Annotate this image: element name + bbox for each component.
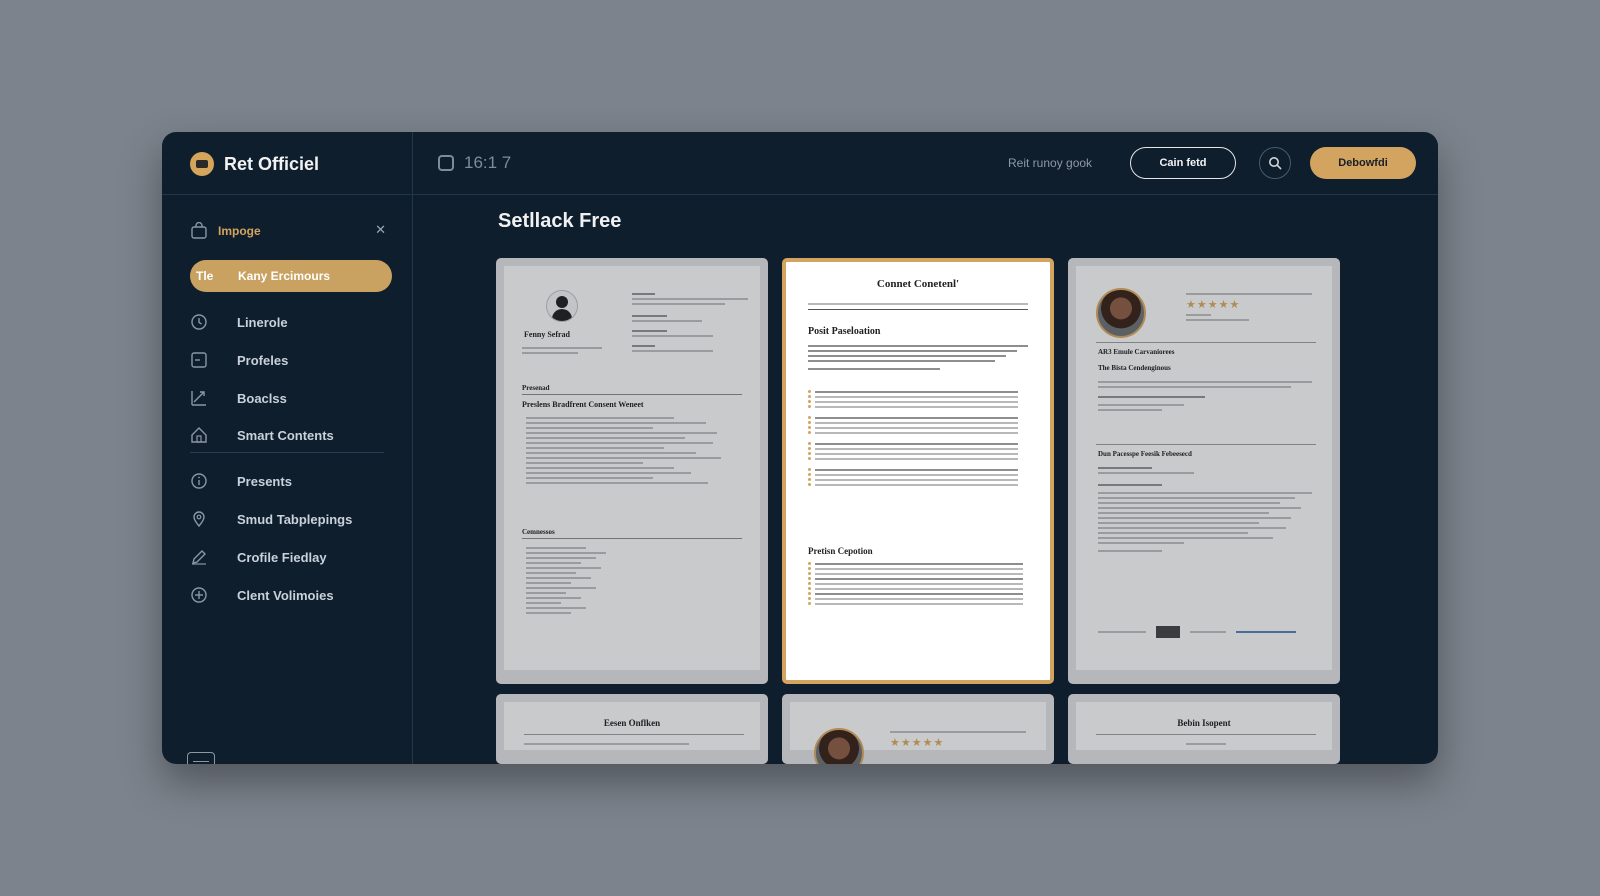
download-button[interactable]: Debowfdi [1310, 147, 1416, 179]
sidebar-item-label: Smud Tabplepings [237, 511, 353, 527]
sidebar-item-smud-tabplepings[interactable]: Smud Tabplepings [190, 507, 352, 531]
pin-icon [193, 511, 205, 528]
sidebar: Impoge ✕ Tle Kany Ercimours Linerole Pro… [162, 194, 412, 764]
template-preview: Eesen Onflken [504, 702, 760, 750]
list-view-icon[interactable] [187, 752, 215, 764]
template-card[interactable]: Eesen Onflken [496, 694, 768, 764]
resume-name: Fenny Sefrad [524, 330, 570, 339]
active-item-abbr: Tle [196, 269, 214, 283]
resume-title: Connet Conetenl' [876, 278, 960, 290]
avatar [814, 728, 864, 764]
sidebar-item-label: Clent Volimoies [237, 587, 334, 603]
sidebar-header-label: Impoge [218, 224, 261, 238]
search-button[interactable] [1259, 147, 1291, 179]
minus-box-icon [191, 352, 207, 368]
rating-stars: ★★★★★ [890, 737, 945, 749]
section-heading: Presenad [522, 384, 550, 392]
section-heading: Posit Paseloation [808, 326, 881, 337]
brand-logo-icon [190, 152, 214, 176]
template-card[interactable]: ★★★★★ AR3 Emule Carvaniorees The Bista C… [1068, 258, 1340, 684]
sidebar-item-label: Profeles [237, 352, 289, 368]
brand[interactable]: Ret Officiel [190, 152, 319, 176]
pencil-icon [192, 550, 206, 565]
sidebar-item-profeles[interactable]: Profeles [190, 348, 288, 372]
rating-stars: ★★★★★ [1186, 299, 1241, 311]
app-window: Ret Officiel 16:1 7 Reit runoy gook Cain… [162, 132, 1438, 764]
sidebar-item-label: Boaclss [237, 390, 287, 406]
page-title: Setllack Free [498, 210, 622, 232]
template-card[interactable]: Bebin Isopent [1068, 694, 1340, 764]
avatar [546, 290, 578, 322]
brand-name: Ret Officiel [224, 153, 320, 174]
clock-icon [191, 314, 207, 330]
template-preview: Connet Conetenl' Posit Paseloation Preti… [788, 264, 1048, 676]
sidebar-item-label: Crofile Fiedlay [237, 549, 327, 565]
section-heading: Cemnessos [522, 528, 555, 536]
sidebar-item-linerole[interactable]: Linerole [190, 310, 288, 334]
avatar [1096, 288, 1146, 338]
top-bar: Ret Officiel 16:1 7 Reit runoy gook Cain… [162, 132, 1438, 195]
sidebar-item-label: Smart Contents [237, 427, 334, 443]
sidebar-item-active[interactable]: Tle Kany Ercimours [190, 260, 392, 292]
section-heading: Preslens Bradfrent Consent Weneet [522, 400, 644, 409]
top-link[interactable]: Reit runoy gook [1008, 156, 1092, 170]
home-icon [191, 427, 207, 443]
chart-icon [191, 391, 206, 406]
section-heading: AR3 Emule Carvaniorees [1098, 348, 1175, 356]
outline-button[interactable]: Cain fetd [1130, 147, 1236, 179]
template-preview: Fenny Sefrad Presenad Preslens Bradfrent… [504, 266, 760, 670]
document-icon [438, 155, 454, 171]
resume-title: Eesen Onflken [603, 718, 661, 728]
section-heading: Pretisn Cepotion [808, 546, 873, 556]
sidebar-item-label: Presents [237, 473, 292, 489]
template-card[interactable]: Fenny Sefrad Presenad Preslens Bradfrent… [496, 258, 768, 684]
template-card[interactable]: ★★★★★ [782, 694, 1054, 764]
sidebar-header: Impoge ✕ [190, 220, 386, 242]
search-icon [1269, 157, 1282, 170]
section-heading: Dun Pacesspe Feesik Febeesecd [1098, 450, 1192, 458]
sidebar-item-boaclss[interactable]: Boaclss [190, 386, 287, 410]
breadcrumb-text: 16:1 7 [464, 153, 512, 172]
template-preview: ★★★★★ AR3 Emule Carvaniorees The Bista C… [1076, 266, 1332, 670]
template-card-selected[interactable]: Connet Conetenl' Posit Paseloation Preti… [782, 258, 1054, 684]
sidebar-item-clent-volimoies[interactable]: Clent Volimoies [190, 583, 334, 607]
section-heading: The Bista Cendenginous [1098, 364, 1171, 372]
info-icon [191, 473, 207, 489]
bag-icon [191, 222, 207, 239]
sidebar-divider [412, 132, 413, 764]
sidebar-item-smart-contents[interactable]: Smart Contents [190, 423, 334, 447]
breadcrumb[interactable]: 16:1 7 [438, 153, 511, 173]
template-preview: ★★★★★ [790, 702, 1046, 764]
close-icon[interactable]: ✕ [375, 222, 386, 238]
sidebar-separator [190, 452, 384, 453]
plus-circle-icon [191, 587, 207, 603]
active-item-label: Kany Ercimours [238, 269, 331, 283]
resume-title: Bebin Isopent [1177, 718, 1231, 728]
sidebar-item-label: Linerole [237, 314, 288, 330]
sidebar-item-presents[interactable]: Presents [190, 469, 292, 493]
template-preview: Bebin Isopent [1076, 702, 1332, 750]
sidebar-item-crofile-fiedlay[interactable]: Crofile Fiedlay [190, 545, 327, 569]
